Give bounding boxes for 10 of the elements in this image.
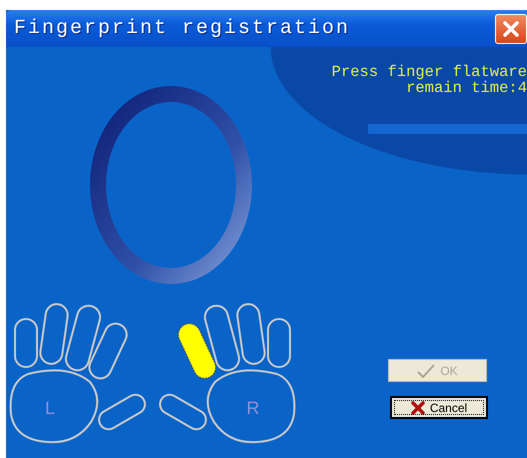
hand-label: R <box>246 398 260 418</box>
hand-label: L <box>45 398 55 418</box>
check-icon <box>417 364 436 378</box>
cross-icon <box>410 400 425 414</box>
close-button[interactable] <box>495 14 527 44</box>
close-icon <box>502 20 520 38</box>
prompt-text: Press finger flatware <box>330 64 527 80</box>
window-title: Fingerprint registration <box>13 17 350 40</box>
cancel-button[interactable]: Cancel <box>390 396 488 419</box>
prompt-text: remain time:4 <box>406 80 527 96</box>
